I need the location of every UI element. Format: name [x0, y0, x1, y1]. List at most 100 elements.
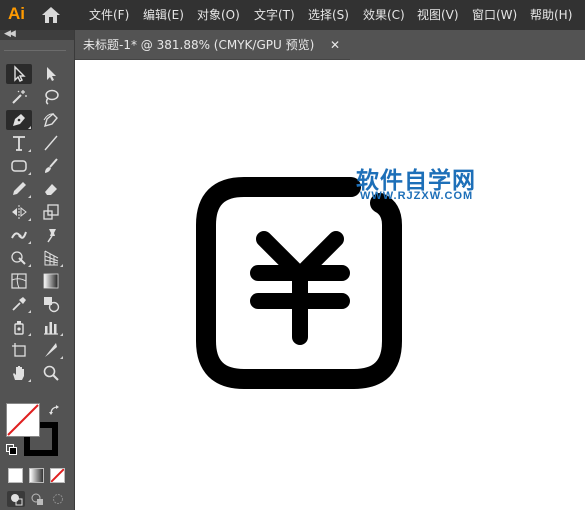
width-icon: [11, 231, 27, 239]
direct-selection-arrow-icon: [47, 67, 56, 81]
document-tab[interactable]: 未标题-1* @ 381.88% (CMYK/GPU 预览) ✕: [75, 31, 350, 60]
mesh-tool[interactable]: [6, 271, 32, 291]
magnifier-icon: [43, 365, 59, 381]
rotate-tool[interactable]: [6, 202, 32, 222]
magic-wand-tool[interactable]: [6, 87, 32, 107]
curvature-tool[interactable]: [38, 110, 64, 130]
tool-flyout-indicator: [28, 218, 31, 221]
hand-tool[interactable]: [6, 363, 32, 383]
knife-icon: [45, 343, 57, 357]
width-tool[interactable]: [6, 225, 32, 245]
eyedropper-tool[interactable]: [6, 294, 32, 314]
tool-flyout-indicator: [28, 379, 31, 382]
eraser-tool[interactable]: [38, 179, 64, 199]
draw-inside-button[interactable]: [49, 491, 67, 507]
pin-icon: [47, 229, 56, 243]
reflect-icon: [12, 205, 27, 219]
color-mode-button[interactable]: [8, 468, 23, 483]
scale-tool[interactable]: [38, 202, 64, 222]
menu-object[interactable]: 对象(O): [197, 0, 240, 30]
selection-arrow-icon: [14, 65, 26, 82]
yuan-sign-strokes: [250, 231, 350, 345]
direct-selection-tool[interactable]: [38, 64, 64, 84]
draw-behind-button[interactable]: [28, 491, 46, 507]
tool-flyout-indicator: [28, 126, 31, 129]
tool-flyout-indicator: [28, 241, 31, 244]
gradient-mode-button[interactable]: [29, 468, 44, 483]
artboard-icon: [12, 343, 26, 357]
shape-builder-tool[interactable]: [6, 248, 32, 268]
menu-file[interactable]: 文件(F): [89, 0, 129, 30]
paintbrush-icon: [45, 158, 58, 173]
curvature-pen-icon: [43, 113, 58, 128]
menu-select[interactable]: 选择(S): [308, 0, 349, 30]
draw-normal-button[interactable]: [7, 491, 25, 507]
menu-edit[interactable]: 编辑(E): [143, 0, 184, 30]
menu-help[interactable]: 帮助(H): [530, 0, 572, 30]
tool-flyout-indicator: [28, 172, 31, 175]
blend-tool[interactable]: [38, 294, 64, 314]
watermark: 软件自学网 WWW.RJZXW.COM: [356, 161, 506, 209]
symbol-sprayer-tool[interactable]: [6, 317, 32, 337]
blend-icon: [44, 297, 60, 313]
line-segment-icon: [44, 135, 58, 151]
swap-fill-stroke-icon[interactable]: [48, 404, 62, 418]
none-mode-button[interactable]: [50, 468, 65, 483]
tools-panel: ◀◀: [0, 28, 75, 510]
menu-window[interactable]: 窗口(W): [472, 0, 517, 30]
pen-nib-icon: [13, 114, 25, 126]
menu-effect[interactable]: 效果(C): [363, 0, 405, 30]
watermark-url: WWW.RJZXW.COM: [360, 190, 474, 202]
magic-wand-icon: [12, 90, 27, 104]
home-button[interactable]: [40, 5, 62, 25]
tool-flyout-indicator: [28, 195, 31, 198]
fill-swatch[interactable]: [6, 403, 40, 437]
lasso-icon: [45, 89, 59, 105]
lasso-tool[interactable]: [38, 87, 64, 107]
mesh-icon: [11, 273, 27, 289]
eyedropper-icon: [12, 297, 26, 311]
document-title: 未标题-1* @ 381.88% (CMYK/GPU 预览): [83, 38, 315, 52]
gradient-tool[interactable]: [38, 271, 64, 291]
app-logo: Ai: [8, 4, 25, 23]
column-graph-tool[interactable]: [38, 317, 64, 337]
artboard-canvas[interactable]: 软件自学网 WWW.RJZXW.COM: [75, 60, 585, 510]
type-tool[interactable]: [6, 133, 32, 153]
scale-icon: [43, 204, 59, 220]
panel-divider: [4, 50, 66, 51]
symbol-sprayer-icon: [14, 321, 24, 335]
pen-tool[interactable]: [6, 110, 32, 130]
tab-strip: [350, 31, 585, 59]
yuan-sign-icon-artwork[interactable]: [196, 177, 402, 449]
hand-icon: [13, 366, 24, 380]
shape-builder-icon: [11, 251, 26, 265]
tool-flyout-indicator: [60, 333, 63, 336]
default-colors-icon[interactable]: [6, 444, 17, 455]
artboard-tool[interactable]: [6, 340, 32, 360]
tool-flyout-indicator: [60, 264, 63, 267]
tool-flyout-indicator: [60, 356, 63, 359]
selection-tool[interactable]: [6, 64, 32, 84]
paintbrush-tool[interactable]: [38, 156, 64, 176]
menu-type[interactable]: 文字(T): [254, 0, 295, 30]
gradient-icon: [43, 273, 59, 289]
perspective-grid-icon: [44, 250, 59, 266]
line-segment-tool[interactable]: [38, 133, 64, 153]
panel-grip[interactable]: ◀◀: [0, 28, 74, 40]
tool-flyout-indicator: [28, 310, 31, 313]
tool-flyout-indicator: [28, 333, 31, 336]
eraser-icon: [45, 184, 57, 195]
shaper-tool[interactable]: [6, 179, 32, 199]
tool-flyout-indicator: [28, 264, 31, 267]
puppet-warp-tool[interactable]: [38, 225, 64, 245]
pencil-icon: [13, 182, 26, 195]
collapse-panel-icon[interactable]: ◀◀: [4, 28, 16, 40]
close-tab-icon[interactable]: ✕: [330, 31, 340, 59]
rectangle-tool[interactable]: [6, 156, 32, 176]
type-t-icon: [13, 136, 25, 151]
menu-view[interactable]: 视图(V): [417, 0, 459, 30]
column-graph-icon: [44, 322, 58, 335]
zoom-tool[interactable]: [38, 363, 64, 383]
slice-tool[interactable]: [38, 340, 64, 360]
perspective-grid-tool[interactable]: [38, 248, 64, 268]
